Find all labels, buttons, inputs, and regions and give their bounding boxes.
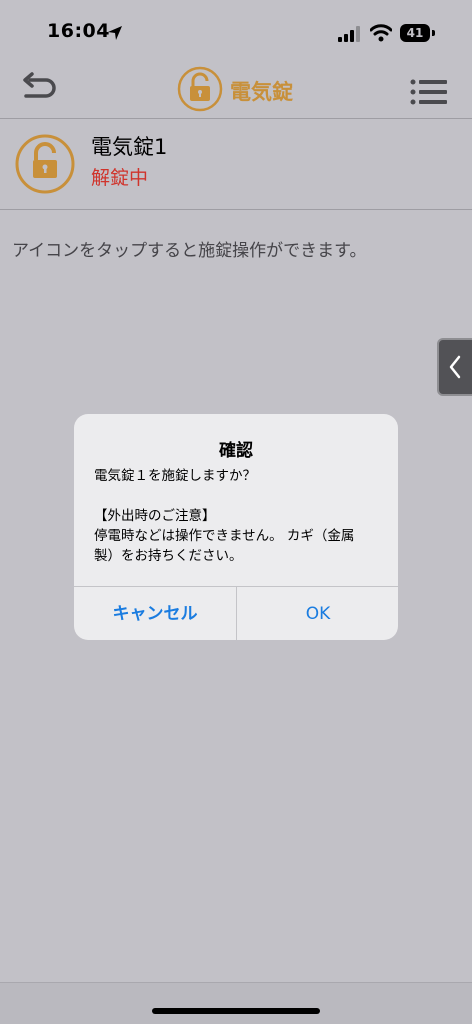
chevron-left-icon	[449, 355, 461, 379]
nav-title: 電気錠	[230, 80, 293, 104]
side-drawer-tab[interactable]	[437, 338, 472, 396]
hint-text: アイコンをタップすると施錠操作ができます。	[12, 241, 367, 261]
wifi-icon	[370, 24, 392, 42]
cancel-button[interactable]: キャンセル	[74, 587, 236, 640]
alert-message-line	[94, 486, 384, 506]
home-indicator[interactable]	[152, 1008, 320, 1014]
alert-title: 確認	[219, 441, 253, 461]
alert-message-line: 【外出時のご注意】	[94, 508, 216, 524]
device-row[interactable]: 電気錠1 解錠中	[0, 119, 472, 210]
status-bar: 16:04 41	[0, 0, 472, 60]
status-time: 16:04	[47, 20, 110, 42]
alert-message-line: 電気錠１を施錠しますか？	[94, 468, 256, 484]
alert-message: 電気錠１を施錠しますか？ 【外出時のご注意】 停電時などは操作できません。 カギ…	[94, 466, 384, 566]
battery-nub	[432, 30, 435, 36]
cellular-signal-icon	[338, 26, 360, 42]
menu-list-icon[interactable]	[410, 78, 448, 106]
alert-buttons: キャンセル OK	[74, 586, 398, 640]
battery-icon: 41	[400, 24, 430, 42]
nav-bar: 電気錠	[0, 60, 472, 119]
alert-message-line: 製）をお持ちください。	[94, 548, 243, 564]
unlocked-lock-icon[interactable]	[14, 133, 76, 195]
location-arrow-icon	[108, 26, 122, 40]
device-name: 電気錠1	[91, 135, 168, 159]
alert-message-line: 停電時などは操作できません。 カギ（金属	[94, 528, 355, 544]
bottom-area	[0, 982, 472, 1024]
device-status: 解錠中	[91, 167, 149, 189]
back-arrow-icon[interactable]	[20, 72, 58, 106]
ok-button[interactable]: OK	[236, 587, 398, 640]
lock-icon	[177, 66, 223, 112]
screen: 16:04 41 電気錠 電気錠1 解錠中 アイコンをタップすると施錠操作ができ…	[0, 0, 472, 1024]
confirm-alert: 確認 電気錠１を施錠しますか？ 【外出時のご注意】 停電時などは操作できません。…	[74, 414, 398, 640]
